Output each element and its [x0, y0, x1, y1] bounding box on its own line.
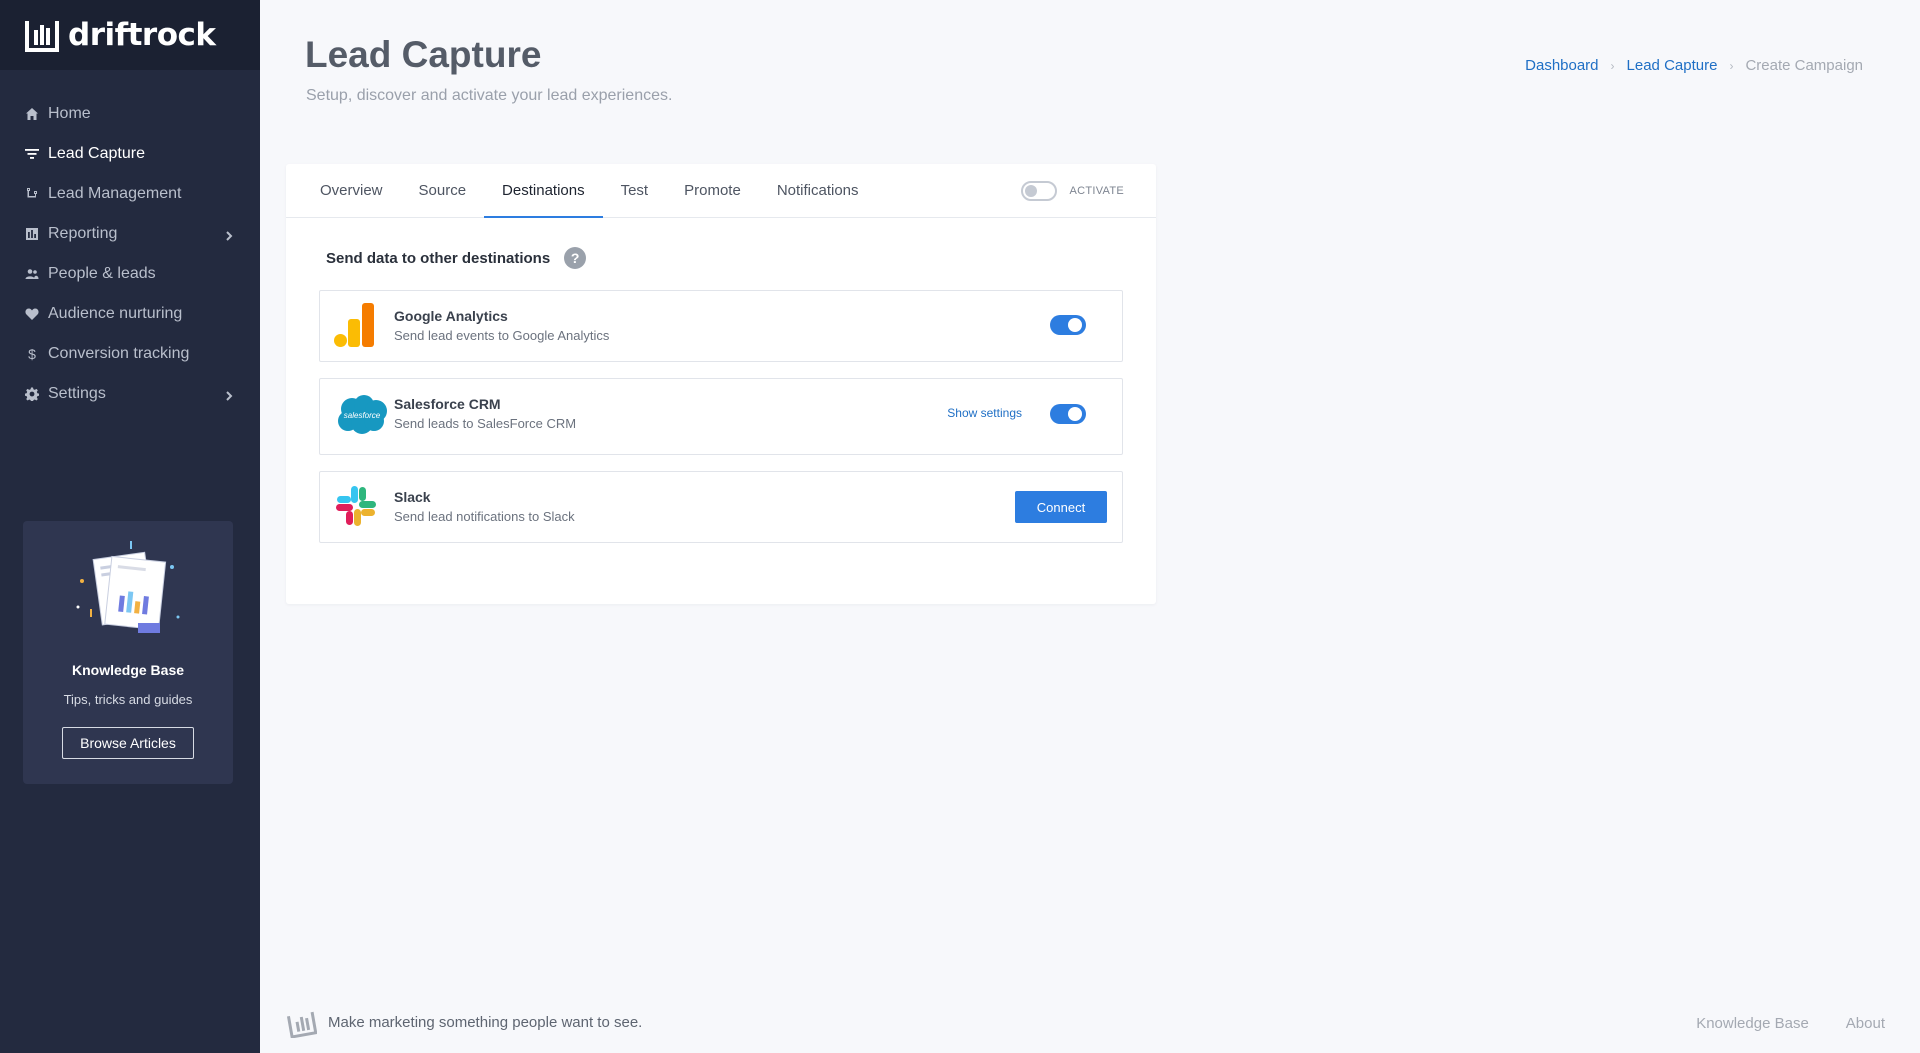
section-title: Send data to other destinations ?: [326, 247, 587, 269]
knowledge-base-subtitle: Tips, tricks and guides: [63, 692, 193, 707]
sidebar-item-label: Conversion tracking: [48, 345, 190, 362]
logo-text: driftrock: [68, 17, 216, 53]
home-icon: [24, 106, 40, 122]
destination-slack: Slack Send lead notifications to Slack C…: [319, 471, 1123, 543]
breadcrumb-dashboard[interactable]: Dashboard: [1525, 57, 1598, 74]
tab-promote[interactable]: Promote: [666, 164, 759, 217]
sidebar-item-lead-management[interactable]: Lead Management: [0, 174, 260, 214]
knowledge-base-illustration: [76, 541, 180, 633]
footer-link-knowledge-base[interactable]: Knowledge Base: [1696, 1015, 1809, 1032]
campaign-tabs: Overview Source Destinations Test Promot…: [286, 164, 1156, 218]
logo[interactable]: driftrock: [0, 0, 260, 70]
driftrock-logo-icon: [25, 21, 59, 52]
breadcrumb-separator: ›: [1610, 58, 1615, 73]
google-analytics-logo-icon: [334, 303, 374, 347]
sidebar-item-settings[interactable]: Settings: [0, 374, 260, 414]
destinations-heading: Send data to other destinations: [326, 249, 551, 267]
tab-destinations[interactable]: Destinations: [484, 164, 603, 218]
destination-name: Salesforce CRM: [394, 396, 501, 412]
salesforce-logo-icon: salesforce: [338, 395, 387, 434]
salesforce-logo-text: salesforce: [344, 411, 381, 420]
tab-test[interactable]: Test: [603, 164, 667, 217]
destination-description: Send lead events to Google Analytics: [394, 328, 610, 343]
show-settings-link[interactable]: Show settings: [947, 406, 1022, 420]
footer-tagline: Make marketing something people want to …: [328, 1014, 643, 1031]
footer-logo-icon[interactable]: [287, 1010, 317, 1038]
sidebar-item-lead-capture[interactable]: Lead Capture: [0, 134, 260, 174]
campaign-card: Overview Source Destinations Test Promot…: [286, 164, 1156, 604]
page-title: Lead Capture: [305, 34, 542, 75]
sidebar-item-people-leads[interactable]: People & leads: [0, 254, 260, 294]
destination-google-analytics: Google Analytics Send lead events to Goo…: [319, 290, 1123, 362]
salesforce-toggle[interactable]: [1050, 404, 1086, 424]
breadcrumb-separator: ›: [1729, 58, 1734, 73]
sidebar-item-label: Settings: [48, 385, 106, 402]
sidebar-item-label: Lead Management: [48, 185, 182, 202]
heart-icon: [24, 306, 40, 322]
chevron-right-icon: [224, 388, 234, 401]
chevron-right-icon: [224, 228, 234, 241]
people-icon: [24, 266, 40, 282]
sidebar: driftrock Home Lead Capture Lead Managem…: [0, 0, 260, 1053]
svg-text:$: $: [28, 347, 36, 361]
tab-notifications[interactable]: Notifications: [759, 164, 877, 217]
sidebar-item-reporting[interactable]: Reporting: [0, 214, 260, 254]
breadcrumb-lead-capture[interactable]: Lead Capture: [1627, 57, 1718, 74]
gear-icon: [24, 386, 40, 402]
footer-link-about[interactable]: About: [1846, 1015, 1885, 1032]
footer-links: Knowledge Base About: [1659, 1015, 1885, 1032]
breadcrumb-current: Create Campaign: [1745, 57, 1863, 74]
sidebar-item-label: Home: [48, 105, 91, 122]
filter-icon: [24, 146, 40, 162]
sidebar-item-label: Audience nurturing: [48, 305, 183, 322]
activate-control: ACTIVATE: [1021, 181, 1124, 201]
slack-connect-button[interactable]: Connect: [1015, 491, 1107, 523]
dollar-icon: $: [24, 346, 40, 362]
breadcrumb: Dashboard › Lead Capture › Create Campai…: [1525, 57, 1863, 74]
tab-overview[interactable]: Overview: [320, 164, 401, 217]
browse-articles-button[interactable]: Browse Articles: [62, 727, 194, 759]
google-analytics-toggle[interactable]: [1050, 315, 1086, 335]
sidebar-item-conversion-tracking[interactable]: $ Conversion tracking: [0, 334, 260, 374]
sidebar-item-label: Lead Capture: [48, 145, 145, 162]
workflow-icon: [24, 186, 40, 202]
slack-logo-icon: [336, 486, 376, 526]
sidebar-item-home[interactable]: Home: [0, 94, 260, 134]
tab-source[interactable]: Source: [401, 164, 485, 217]
destination-salesforce-crm: salesforce Salesforce CRM Send leads to …: [319, 378, 1123, 455]
chart-icon: [24, 226, 40, 242]
sidebar-item-audience-nurturing[interactable]: Audience nurturing: [0, 294, 260, 334]
destination-description: Send lead notifications to Slack: [394, 509, 575, 524]
destination-name: Google Analytics: [394, 308, 508, 324]
help-icon[interactable]: ?: [564, 247, 587, 269]
sidebar-nav: Home Lead Capture Lead Management Report…: [0, 70, 260, 414]
knowledge-base-card: Knowledge Base Tips, tricks and guides B…: [23, 521, 233, 784]
destination-description: Send leads to SalesForce CRM: [394, 416, 577, 431]
sidebar-item-label: People & leads: [48, 265, 156, 282]
activate-toggle[interactable]: [1021, 181, 1058, 201]
page-subtitle: Setup, discover and activate your lead e…: [306, 87, 673, 104]
activate-label: ACTIVATE: [1069, 185, 1124, 197]
knowledge-base-title: Knowledge Base: [71, 662, 185, 678]
sidebar-item-label: Reporting: [48, 225, 118, 242]
destination-name: Slack: [394, 489, 431, 505]
